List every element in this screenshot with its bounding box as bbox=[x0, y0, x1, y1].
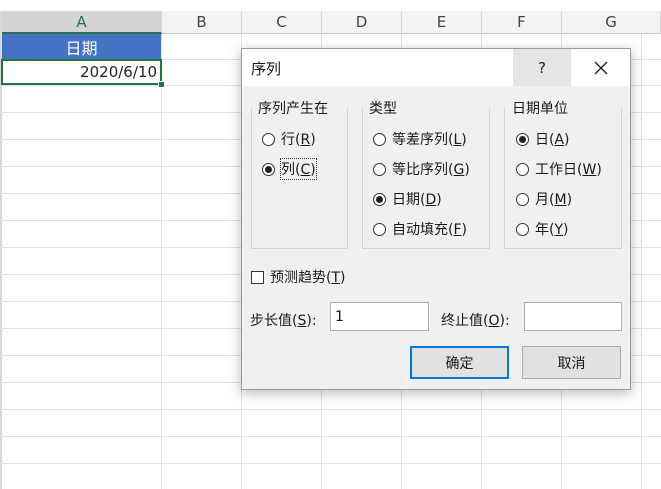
radio-month[interactable]: 月(M) bbox=[516, 189, 572, 209]
dialog-titlebar[interactable]: 序列 ? bbox=[242, 49, 630, 86]
radio-label: 列(C) bbox=[280, 158, 317, 180]
gridline bbox=[0, 436, 661, 437]
help-icon: ? bbox=[538, 58, 546, 77]
radio-label: 工作日(W) bbox=[535, 162, 602, 178]
radio-columns[interactable]: 列(C) bbox=[262, 158, 317, 180]
radio-label: 年(Y) bbox=[535, 222, 569, 238]
stop-label: 终止值(O): bbox=[441, 313, 510, 329]
radio-button[interactable] bbox=[516, 192, 529, 206]
trend-label: 预测趋势(T) bbox=[270, 270, 346, 286]
fill-handle[interactable] bbox=[158, 81, 165, 88]
column-header-b[interactable]: B bbox=[162, 11, 242, 34]
radio-rows[interactable]: 行(R) bbox=[262, 129, 316, 149]
radio-day[interactable]: 日(A) bbox=[516, 129, 570, 149]
close-icon bbox=[594, 61, 607, 74]
radio-weekday[interactable]: 工作日(W) bbox=[516, 159, 602, 179]
cell-a2-selected[interactable]: 2020/6/10 bbox=[1, 59, 162, 85]
radio-date[interactable]: 日期(D) bbox=[373, 189, 442, 209]
gridline bbox=[161, 34, 162, 489]
radio-button-selected[interactable] bbox=[373, 192, 386, 206]
cancel-button[interactable]: 取消 bbox=[522, 346, 621, 379]
radio-label: 自动填充(F) bbox=[392, 222, 467, 238]
column-header-c[interactable]: C bbox=[242, 11, 322, 34]
radio-button[interactable] bbox=[516, 222, 529, 236]
column-header-a[interactable]: A bbox=[2, 11, 162, 34]
radio-year[interactable]: 年(Y) bbox=[516, 219, 569, 239]
trend-checkbox-row[interactable]: 预测趋势(T) bbox=[251, 267, 346, 287]
radio-label: 行(R) bbox=[281, 132, 316, 148]
gridline bbox=[0, 463, 661, 464]
radio-label: 日(A) bbox=[535, 132, 570, 148]
step-label: 步长值(S): bbox=[250, 313, 317, 329]
ok-button[interactable]: 确定 bbox=[410, 346, 509, 379]
radio-button[interactable] bbox=[373, 132, 386, 146]
gridline bbox=[641, 34, 642, 489]
column-header-f[interactable]: F bbox=[482, 11, 562, 34]
step-value-input[interactable] bbox=[330, 302, 429, 331]
help-button[interactable]: ? bbox=[513, 49, 571, 86]
radio-button[interactable] bbox=[516, 162, 529, 176]
dialog-title: 序列 bbox=[251, 60, 282, 78]
top-strip bbox=[0, 0, 661, 11]
radio-label: 月(M) bbox=[535, 192, 573, 208]
column-header-d[interactable]: D bbox=[322, 11, 402, 34]
column-header-g[interactable]: G bbox=[562, 11, 661, 34]
gridline bbox=[0, 409, 661, 410]
stop-value-input[interactable] bbox=[524, 302, 622, 331]
cell-a1[interactable]: 日期 bbox=[2, 34, 161, 59]
radio-button[interactable] bbox=[262, 132, 275, 146]
column-header-e[interactable]: E bbox=[402, 11, 482, 34]
series-dialog: 序列 ? 序列产生在 行(R) 列(C) 类型 等差序列(L) 等比序列(G) … bbox=[241, 48, 631, 390]
radio-growth[interactable]: 等比序列(G) bbox=[373, 159, 470, 179]
radio-button-selected[interactable] bbox=[262, 162, 275, 176]
radio-button[interactable] bbox=[373, 222, 386, 236]
radio-label: 等比序列(G) bbox=[392, 162, 470, 178]
radio-label: 日期(D) bbox=[392, 192, 442, 208]
radio-button[interactable] bbox=[373, 162, 386, 176]
radio-linear[interactable]: 等差序列(L) bbox=[373, 129, 467, 149]
radio-autofill[interactable]: 自动填充(F) bbox=[373, 219, 467, 239]
radio-label: 等差序列(L) bbox=[392, 132, 467, 148]
close-button[interactable] bbox=[571, 49, 630, 86]
trend-checkbox[interactable] bbox=[251, 270, 264, 284]
radio-button-selected[interactable] bbox=[516, 132, 529, 146]
